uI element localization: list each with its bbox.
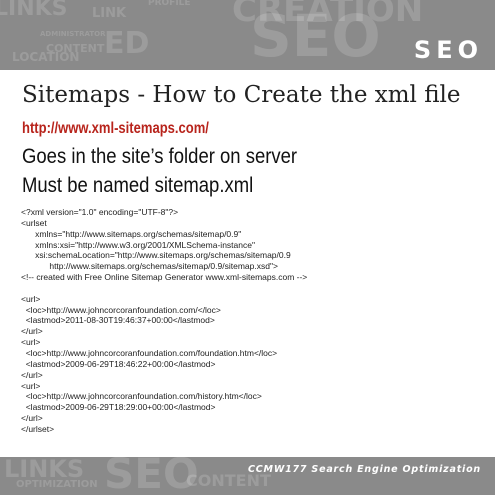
banner-background-word: ADMINISTRATOR [40,30,106,38]
seo-logo: SEO [413,36,483,64]
banner-background-word: ED [104,26,150,61]
code-line: </url> [21,413,43,424]
xml-code-sample: <?xml version="1.0" encoding="UTF-8"?> <… [21,207,481,435]
banner-background-word: PROFILE [148,0,191,8]
sitemap-generator-link[interactable]: http://www.xml-sitemaps.com/ [22,120,209,138]
code-line: <urlset [21,217,47,228]
code-line: xsi:schemaLocation="http://www.sitemaps.… [21,250,291,261]
code-line: <url> [21,380,41,391]
banner-background-word: LOCATION [12,50,80,64]
footer-background-word: SEO [104,457,199,495]
header-banner: LINKS CONTENT LINK ADMINISTRATOR PROFILE… [0,0,495,70]
code-line: http://www.sitemaps.org/schemas/sitemap/… [21,261,278,272]
code-line: <lastmod>2011-08-30T19:46:37+00:00</last… [21,315,215,326]
slide-title: Sitemaps - How to Create the xml file [22,82,461,108]
code-line: </url> [21,369,43,380]
code-line: <lastmod>2009-06-29T18:46:22+00:00</last… [21,358,216,369]
footer-banner: LINKS SEO CONTENT OPTIMIZATION CCMW177 S… [0,457,495,495]
banner-background-word: LINK [92,6,127,21]
code-line: xmlns="http://www.sitemaps.org/schemas/s… [21,228,242,239]
bullet-file-name: Must be named sitemap.xml [22,173,254,197]
banner-background-word: CREATION [232,0,424,30]
code-line: <loc>http://www.johncorcoranfoundation.c… [21,304,221,315]
code-line: <loc>http://www.johncorcoranfoundation.c… [21,347,278,358]
code-line: <url> [21,293,41,304]
code-line: <lastmod>2009-06-29T18:29:00+00:00</last… [21,402,216,413]
footer-background-word: OPTIMIZATION [16,479,98,490]
code-line: <url> [21,337,41,348]
code-line: </url> [21,326,43,337]
code-line: xmlns:xsi="http://www.w3.org/2001/XMLSch… [21,239,255,250]
bullet-folder-location: Goes in the site’s folder on server [22,144,298,168]
code-line: </urlset> [21,423,55,434]
code-line: <?xml version="1.0" encoding="UTF-8"?> [21,207,179,217]
code-line: <!-- created with Free Online Sitemap Ge… [21,272,308,283]
code-line: <loc>http://www.johncorcoranfoundation.c… [21,391,262,402]
course-title: CCMW177 Search Engine Optimization [248,464,481,475]
banner-background-word: LINKS [0,0,68,21]
